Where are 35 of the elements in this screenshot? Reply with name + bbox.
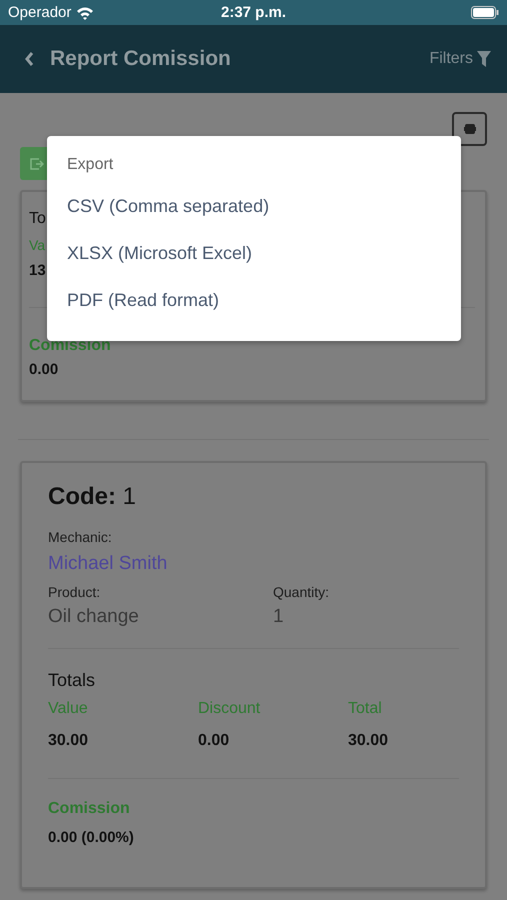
dialog-title: Export bbox=[67, 156, 114, 174]
view-toggle-button[interactable] bbox=[452, 112, 487, 146]
commission-label: Comission bbox=[48, 800, 131, 818]
total-amount: 0.00 bbox=[198, 732, 230, 750]
quantity-label: Quantity: bbox=[273, 584, 330, 600]
mechanic-label: Mechanic: bbox=[48, 529, 113, 545]
commission-label: Comission bbox=[29, 337, 112, 355]
value-label: Va bbox=[29, 237, 46, 253]
product-label: Product: bbox=[48, 584, 102, 600]
battery-icon bbox=[471, 6, 499, 19]
product-name: Oil change bbox=[48, 606, 140, 628]
totals-heading: Totals bbox=[48, 670, 96, 691]
wifi-icon bbox=[76, 6, 94, 20]
export-option[interactable]: CSV (Comma separated) bbox=[67, 196, 441, 217]
export-option[interactable]: XLSX (Microsoft Excel) bbox=[67, 243, 441, 264]
code-title: Code: 1 bbox=[48, 483, 138, 511]
total-label: Total bbox=[348, 700, 383, 718]
value-amount: 13 bbox=[29, 262, 47, 279]
export-option[interactable]: PDF (Read format) bbox=[67, 290, 441, 311]
quantity-value: 1 bbox=[273, 606, 285, 628]
filters-button[interactable]: Filters bbox=[429, 50, 491, 68]
totals-heading: To bbox=[29, 210, 46, 228]
commission-value: 0.00 bbox=[29, 361, 60, 378]
total-amount: 30.00 bbox=[348, 732, 390, 750]
back-icon[interactable] bbox=[24, 51, 34, 67]
total-label: Value bbox=[48, 700, 89, 718]
clock-time: 2:37 p.m. bbox=[220, 4, 286, 21]
page-title: Report Comission bbox=[50, 47, 232, 71]
filter-icon bbox=[477, 51, 491, 67]
mechanic-name: Michael Smith bbox=[48, 553, 168, 575]
carrier-name: Operador bbox=[8, 4, 72, 21]
total-label: Discount bbox=[198, 700, 262, 718]
total-amount: 30.00 bbox=[48, 732, 90, 750]
export-icon bbox=[30, 158, 44, 170]
commission-value: 0.00 (0.00%) bbox=[48, 829, 135, 846]
